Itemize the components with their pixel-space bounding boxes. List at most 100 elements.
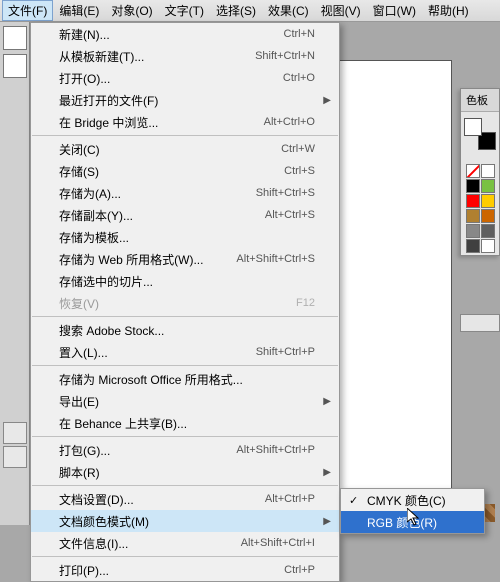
menu-item-label: 存储选中的切片... (59, 273, 315, 290)
swatch-cell[interactable] (481, 209, 495, 223)
swatch-cell[interactable] (466, 164, 480, 178)
chevron-right-icon: ▶ (323, 467, 331, 478)
fg-bg-colors[interactable] (464, 118, 496, 150)
swatch-cell[interactable] (481, 164, 495, 178)
swatch-cell[interactable] (466, 179, 480, 193)
menu-file[interactable]: 文件(F) (2, 0, 53, 21)
menu-item[interactable]: 置入(L)...Shift+Ctrl+P (31, 341, 339, 363)
menu-item-label: 在 Behance 上共享(B)... (59, 415, 315, 432)
swatch-cell[interactable] (466, 224, 480, 238)
swatch-cell[interactable] (481, 224, 495, 238)
menu-help[interactable]: 帮助(H) (422, 0, 475, 21)
menu-shortcut: Ctrl+S (284, 165, 315, 177)
menu-item-label: 打开(O)... (59, 70, 283, 87)
menu-shortcut: Shift+Ctrl+N (255, 50, 315, 62)
menu-item-label: 导出(E) (59, 393, 315, 410)
swatch-grid (461, 162, 499, 255)
tool-slot[interactable] (3, 26, 27, 50)
menu-item[interactable]: 新建(N)...Ctrl+N (31, 23, 339, 45)
swatches-panel: 色板 (460, 88, 500, 256)
menu-effect[interactable]: 效果(C) (262, 0, 315, 21)
menu-item-label: 关闭(C) (59, 141, 281, 158)
menu-view[interactable]: 视图(V) (315, 0, 367, 21)
file-menu-dropdown: 新建(N)...Ctrl+N从模板新建(T)...Shift+Ctrl+N打开(… (30, 22, 340, 582)
menu-item-label: 存储(S) (59, 163, 284, 180)
tool-slot[interactable] (3, 422, 27, 444)
menu-shortcut: Shift+Ctrl+S (256, 187, 315, 199)
menu-shortcut: Ctrl+N (284, 28, 315, 40)
menu-item[interactable]: 导出(E) ▶ (31, 390, 339, 412)
swatch-cell[interactable] (466, 239, 480, 253)
menu-item-label: 文档设置(D)... (59, 491, 265, 508)
menu-item[interactable]: 存储(S)Ctrl+S (31, 160, 339, 182)
menu-separator (32, 365, 338, 366)
menu-item[interactable]: 文档设置(D)...Alt+Ctrl+P (31, 488, 339, 510)
menu-item[interactable]: 文件信息(I)...Alt+Shift+Ctrl+I (31, 532, 339, 554)
menu-edit[interactable]: 编辑(E) (53, 0, 105, 21)
swatch-cell[interactable] (466, 209, 480, 223)
menu-shortcut: Ctrl+W (281, 143, 315, 155)
menu-item[interactable]: 存储选中的切片... (31, 270, 339, 292)
color-mode-submenu: ✓ CMYK 颜色(C) RGB 颜色(R) (340, 488, 485, 534)
menu-item-label: 打包(G)... (59, 442, 236, 459)
swatch-cell[interactable] (481, 194, 495, 208)
menu-item[interactable]: 存储为(A)...Shift+Ctrl+S (31, 182, 339, 204)
menu-item[interactable]: 存储为模板... (31, 226, 339, 248)
menu-item-label: 打印(P)... (59, 562, 284, 579)
menu-item[interactable]: 在 Behance 上共享(B)... (31, 412, 339, 434)
submenu-item-cmyk[interactable]: ✓ CMYK 颜色(C) (341, 489, 484, 511)
menu-item[interactable]: 在 Bridge 中浏览...Alt+Ctrl+O (31, 111, 339, 133)
menu-shortcut: Alt+Shift+Ctrl+I (241, 537, 315, 549)
menu-item[interactable]: 存储为 Microsoft Office 所用格式... (31, 368, 339, 390)
menu-shortcut: Alt+Ctrl+O (264, 116, 315, 128)
menu-shortcut: Alt+Shift+Ctrl+P (236, 444, 315, 456)
menu-item[interactable]: 打印(P)...Ctrl+P (31, 559, 339, 581)
chevron-right-icon: ▶ (323, 396, 331, 407)
menu-item[interactable]: 打包(G)...Alt+Shift+Ctrl+P (31, 439, 339, 461)
submenu-label: RGB 颜色(R) (367, 514, 437, 531)
menu-item-label: 存储为 Web 所用格式(W)... (59, 251, 236, 268)
menubar: 文件(F) 编辑(E) 对象(O) 文字(T) 选择(S) 效果(C) 视图(V… (0, 0, 500, 22)
menu-item-label: 置入(L)... (59, 344, 256, 361)
menu-item[interactable]: 关闭(C)Ctrl+W (31, 138, 339, 160)
menu-item[interactable]: 打开(O)...Ctrl+O (31, 67, 339, 89)
menu-item-label: 文件信息(I)... (59, 535, 241, 552)
menu-separator (32, 436, 338, 437)
chevron-right-icon: ▶ (323, 95, 331, 106)
menu-item-label: 脚本(R) (59, 464, 315, 481)
menu-item[interactable]: 从模板新建(T)...Shift+Ctrl+N (31, 45, 339, 67)
menu-type[interactable]: 文字(T) (159, 0, 210, 21)
menu-item-label: 最近打开的文件(F) (59, 92, 315, 109)
menu-item[interactable]: 搜索 Adobe Stock... (31, 319, 339, 341)
menu-item-label: 搜索 Adobe Stock... (59, 322, 315, 339)
left-toolbar-lower (0, 420, 30, 470)
menu-window[interactable]: 窗口(W) (367, 0, 422, 21)
menu-separator (32, 135, 338, 136)
menu-item[interactable]: 文档颜色模式(M)▶ (31, 510, 339, 532)
menu-object[interactable]: 对象(O) (105, 0, 158, 21)
menu-shortcut: Alt+Shift+Ctrl+S (236, 253, 315, 265)
foreground-swatch[interactable] (464, 118, 482, 136)
menu-item-label: 文档颜色模式(M) (59, 513, 315, 530)
menu-select[interactable]: 选择(S) (210, 0, 262, 21)
menu-shortcut: Alt+Ctrl+S (265, 209, 315, 221)
menu-separator (32, 556, 338, 557)
swatch-cell[interactable] (481, 179, 495, 193)
submenu-item-rgb[interactable]: RGB 颜色(R) (341, 511, 484, 533)
tool-slot[interactable] (3, 54, 27, 78)
menu-item[interactable]: 脚本(R) ▶ (31, 461, 339, 483)
menu-item[interactable]: 存储副本(Y)...Alt+Ctrl+S (31, 204, 339, 226)
menu-item-label: 恢复(V) (59, 295, 296, 312)
menu-separator (32, 485, 338, 486)
menu-item-label: 存储为 Microsoft Office 所用格式... (59, 371, 315, 388)
menu-item[interactable]: 存储为 Web 所用格式(W)...Alt+Shift+Ctrl+S (31, 248, 339, 270)
swatch-cell[interactable] (481, 239, 495, 253)
collapsed-panel[interactable] (460, 314, 500, 332)
menu-item: 恢复(V)F12 (31, 292, 339, 314)
swatch-cell[interactable] (466, 194, 480, 208)
menu-item-label: 在 Bridge 中浏览... (59, 114, 264, 131)
menu-item[interactable]: 最近打开的文件(F) ▶ (31, 89, 339, 111)
tool-slot[interactable] (3, 446, 27, 468)
menu-shortcut: Shift+Ctrl+P (256, 346, 315, 358)
menu-separator (32, 316, 338, 317)
